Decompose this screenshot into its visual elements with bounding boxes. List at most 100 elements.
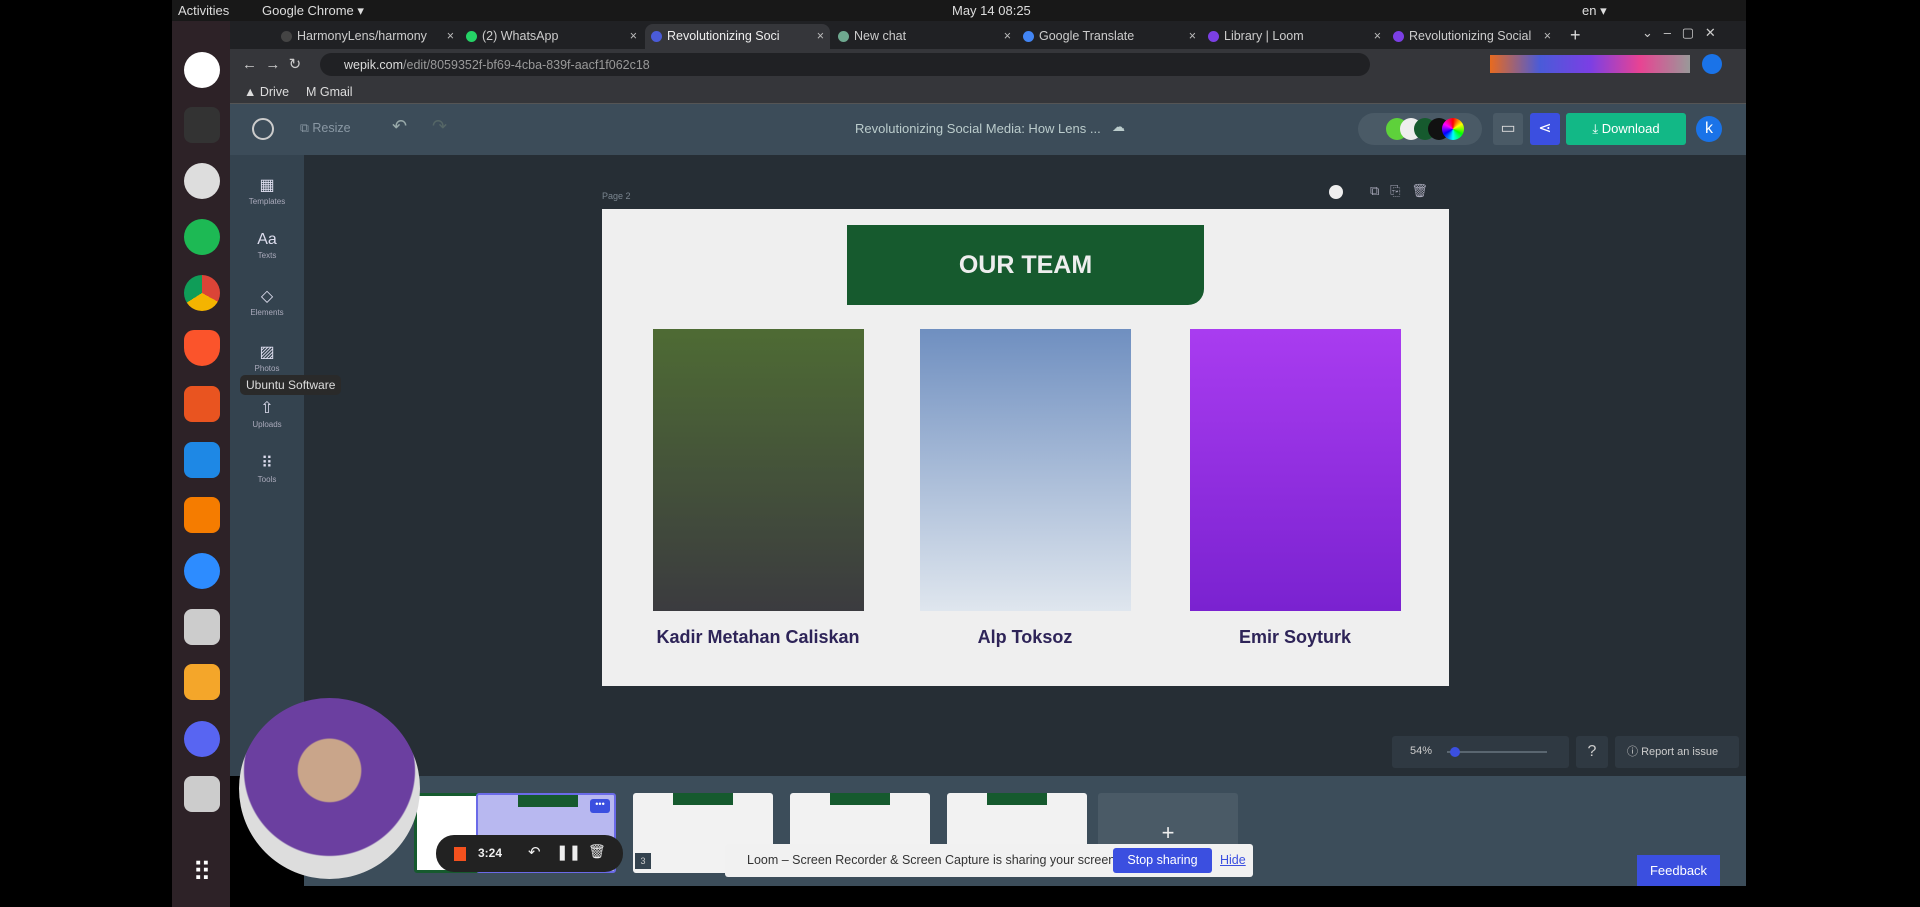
- stop-sharing-button[interactable]: Stop sharing: [1113, 848, 1212, 873]
- wepik-icon: [651, 31, 662, 42]
- ubuntu-dock: ⠿: [172, 21, 230, 907]
- loom-sharing-bar: Loom – Screen Recorder & Screen Capture …: [725, 844, 1253, 877]
- whatsapp-icon: [466, 31, 477, 42]
- webcam-bubble[interactable]: [239, 698, 420, 879]
- tab-google-translate[interactable]: Google Translate ×: [1017, 24, 1202, 49]
- translate-icon: [1023, 31, 1034, 42]
- close-icon[interactable]: ×: [1189, 29, 1196, 43]
- language-indicator[interactable]: en ▾: [1582, 3, 1607, 19]
- pause-icon[interactable]: ❚❚: [556, 843, 581, 861]
- more-options-icon[interactable]: •••: [590, 799, 610, 813]
- dock-tooltip: Ubuntu Software: [240, 375, 342, 395]
- editor-sidebar: ▦ Templates Aa Texts ◇ Elements ▨ Photos ⇧ Up…: [230, 155, 304, 776]
- user-avatar[interactable]: k: [1696, 116, 1722, 142]
- close-icon[interactable]: ×: [817, 29, 824, 43]
- close-icon[interactable]: ×: [630, 29, 637, 43]
- activities-button[interactable]: Activities: [178, 3, 229, 18]
- chatgpt-icon[interactable]: [184, 163, 220, 199]
- download-button[interactable]: ⤓ Download: [1566, 113, 1686, 145]
- editor-header: ⧉ Resize ↶ ↷ Revolutionizing Social Medi…: [230, 104, 1746, 155]
- member-name[interactable]: Kadir Metahan Caliskan: [618, 627, 898, 648]
- app-icon[interactable]: [184, 497, 220, 533]
- layers-icon[interactable]: [184, 664, 220, 700]
- vscode-icon[interactable]: [184, 442, 220, 478]
- tab-wepik[interactable]: Revolutionizing Soci ×: [645, 24, 830, 49]
- recorder-controls: 3:24 ↶ ❚❚ 🗑: [436, 835, 623, 872]
- discord-icon[interactable]: [184, 721, 220, 757]
- chrome-icon[interactable]: [184, 275, 220, 311]
- sidebar-item-uploads[interactable]: ⇧ Uploads: [230, 398, 304, 429]
- tab-new-chat[interactable]: New chat ×: [832, 24, 1017, 49]
- tab-harmonylens[interactable]: HarmonyLens/harmony ×: [275, 24, 460, 49]
- github-icon: [281, 31, 292, 42]
- zoom-value: 54%: [1410, 745, 1433, 757]
- slide-title[interactable]: OUR TEAM: [847, 225, 1204, 305]
- zoom-icon[interactable]: [184, 553, 220, 589]
- files-icon[interactable]: [184, 609, 220, 645]
- sidebar-item-texts[interactable]: Aa Texts: [230, 231, 304, 260]
- report-issue-button[interactable]: ⓘ Report an issue: [1615, 736, 1739, 768]
- brave-icon[interactable]: [184, 330, 220, 366]
- url-bar[interactable]: wepik.com/edit/8059352f-bf69-4cba-839f-a…: [320, 53, 1370, 76]
- hide-button[interactable]: Hide: [1220, 853, 1246, 867]
- window-controls[interactable]: ⌄ – ▢ ✕: [1642, 25, 1716, 41]
- page-label: Page 2: [602, 191, 631, 201]
- page-color-button[interactable]: [1329, 185, 1343, 199]
- slide-canvas[interactable]: OUR TEAM Kadir Metahan Caliskan Alp Toks…: [602, 209, 1449, 686]
- undo-button[interactable]: ↶: [392, 116, 407, 137]
- search-app-icon[interactable]: [184, 776, 220, 812]
- close-icon[interactable]: ×: [1004, 29, 1011, 43]
- member-photo[interactable]: [653, 329, 864, 611]
- close-icon[interactable]: ×: [1544, 29, 1551, 43]
- tab-loom[interactable]: Library | Loom ×: [1202, 24, 1387, 49]
- cloud-save-icon: ☁: [1112, 119, 1125, 134]
- sidebar-item-templates[interactable]: ▦ Templates: [230, 175, 304, 206]
- app-menu[interactable]: Google Chrome ▾: [262, 3, 364, 19]
- help-button[interactable]: ?: [1576, 736, 1608, 768]
- present-button[interactable]: ▭: [1493, 113, 1523, 145]
- tab-revolutionizing[interactable]: Revolutionizing Social ×: [1387, 24, 1557, 49]
- zoom-slider[interactable]: [1447, 751, 1547, 753]
- member-name[interactable]: Emir Soyturk: [1155, 627, 1435, 648]
- sidebar-item-photos[interactable]: ▨ Photos: [230, 342, 304, 373]
- brand-colors-picker[interactable]: [1358, 113, 1482, 145]
- bookmark-drive[interactable]: ▲ Drive: [244, 85, 289, 99]
- member-name[interactable]: Alp Toksoz: [885, 627, 1165, 648]
- tab-bar: HarmonyLens/harmony × (2) WhatsApp × Revol…: [230, 21, 1746, 49]
- spotify-icon[interactable]: [184, 219, 220, 255]
- new-tab-button[interactable]: +: [1570, 25, 1581, 46]
- tab-whatsapp[interactable]: (2) WhatsApp ×: [460, 24, 643, 49]
- member-photo[interactable]: [920, 329, 1131, 611]
- resize-button[interactable]: ⧉ Resize: [300, 121, 351, 136]
- document-title[interactable]: Revolutionizing Social Media: How Lens .…: [855, 121, 1101, 136]
- chatgpt-icon: [838, 31, 849, 42]
- member-photo[interactable]: [1190, 329, 1401, 611]
- close-icon[interactable]: ×: [1374, 29, 1381, 43]
- sharing-message: Loom – Screen Recorder & Screen Capture …: [747, 853, 1119, 867]
- slack-icon[interactable]: [184, 52, 220, 88]
- page-actions[interactable]: ⧉ ⎘ 🗑: [1370, 183, 1428, 199]
- page-number: 3: [635, 853, 651, 869]
- share-button[interactable]: ⋖: [1530, 113, 1560, 145]
- bookmark-gmail[interactable]: M Gmail: [306, 85, 353, 99]
- extensions-icons[interactable]: [1490, 55, 1690, 73]
- delete-icon[interactable]: 🗑: [588, 843, 606, 860]
- terminal-icon[interactable]: [184, 107, 220, 143]
- nav-buttons[interactable]: ← → ↻: [242, 55, 301, 73]
- redo-button[interactable]: ↷: [432, 116, 447, 137]
- profile-avatar[interactable]: [1702, 54, 1722, 74]
- sidebar-item-tools[interactable]: ⠿ Tools: [230, 453, 304, 484]
- zoom-control[interactable]: 54%: [1392, 736, 1569, 768]
- show-apps-icon[interactable]: ⠿: [184, 857, 220, 893]
- close-icon[interactable]: ×: [447, 29, 454, 43]
- feedback-button[interactable]: Feedback: [1637, 855, 1720, 886]
- sidebar-item-elements[interactable]: ◇ Elements: [230, 286, 304, 317]
- system-top-bar: Activities Google Chrome ▾ May 14 08:25 …: [172, 0, 1746, 21]
- zoom-slider-thumb[interactable]: [1449, 747, 1460, 757]
- stop-record-icon[interactable]: [454, 847, 466, 861]
- wepik-logo[interactable]: [252, 118, 274, 140]
- restart-icon[interactable]: ↶: [528, 843, 541, 861]
- address-row: ← → ↻ wepik.com/edit/8059352f-bf69-4cba-…: [230, 49, 1746, 80]
- clock[interactable]: May 14 08:25: [952, 3, 1031, 18]
- ubuntu-software-icon[interactable]: [184, 386, 220, 422]
